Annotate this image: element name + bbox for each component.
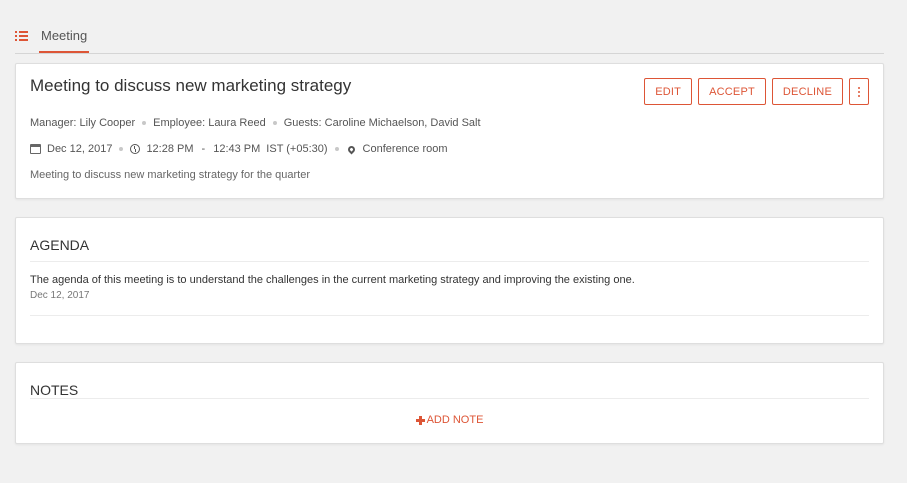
agenda-card: AGENDA The agenda of this meeting is to … (15, 217, 884, 344)
clock-icon (130, 144, 141, 154)
plus-icon (415, 415, 425, 425)
add-note-label: ADD NOTE (426, 414, 484, 426)
tab-bar: Meeting (15, 22, 884, 54)
calendar-icon (30, 144, 41, 154)
meeting-actions: EDIT ACCEPT DECLINE (644, 78, 869, 105)
time-separator: - (201, 143, 206, 155)
tab-meeting[interactable]: Meeting (15, 22, 90, 54)
list-icon (15, 30, 29, 42)
notes-card: NOTES ADD NOTE (15, 362, 884, 444)
end-time: 12:43 PM (213, 143, 261, 155)
notes-title: NOTES (30, 382, 79, 398)
separator-dot (334, 147, 339, 151)
decline-button[interactable]: DECLINE (771, 78, 843, 105)
more-vertical-icon (858, 86, 860, 97)
manager-text: Manager: Lily Cooper (30, 117, 136, 129)
separator-dot (272, 121, 277, 125)
add-note-button[interactable]: ADD NOTE (16, 414, 883, 426)
separator-dot (119, 147, 124, 151)
agenda-title: AGENDA (30, 237, 90, 253)
meeting-description: Meeting to discuss new marketing strateg… (30, 169, 311, 181)
meeting-title: Meeting to discuss new marketing strateg… (30, 76, 352, 95)
accept-button[interactable]: ACCEPT (698, 78, 766, 105)
divider (30, 398, 869, 399)
divider (30, 315, 869, 316)
divider (30, 261, 869, 262)
location: Conference room (362, 143, 448, 155)
meeting-participants: Manager: Lily Cooper Employee: Laura Ree… (30, 117, 481, 129)
meeting-schedule: Dec 12, 2017 12:28 PM - 12:43 PM IST (+0… (30, 143, 448, 155)
timezone: IST (+05:30) (266, 143, 328, 155)
more-options-button[interactable] (849, 78, 869, 105)
map-marker-icon (346, 144, 356, 154)
agenda-text: The agenda of this meeting is to underst… (30, 274, 635, 286)
employee-text: Employee: Laura Reed (153, 117, 266, 129)
guests-text: Guests: Caroline Michaelson, David Salt (283, 117, 481, 129)
separator-dot (142, 121, 147, 125)
edit-button[interactable]: EDIT (644, 78, 693, 105)
tab-label: Meeting (39, 28, 90, 53)
meeting-card: Meeting to discuss new marketing strateg… (15, 63, 884, 199)
agenda-date: Dec 12, 2017 (30, 290, 90, 301)
meeting-date: Dec 12, 2017 (47, 143, 113, 155)
start-time: 12:28 PM (146, 143, 194, 155)
